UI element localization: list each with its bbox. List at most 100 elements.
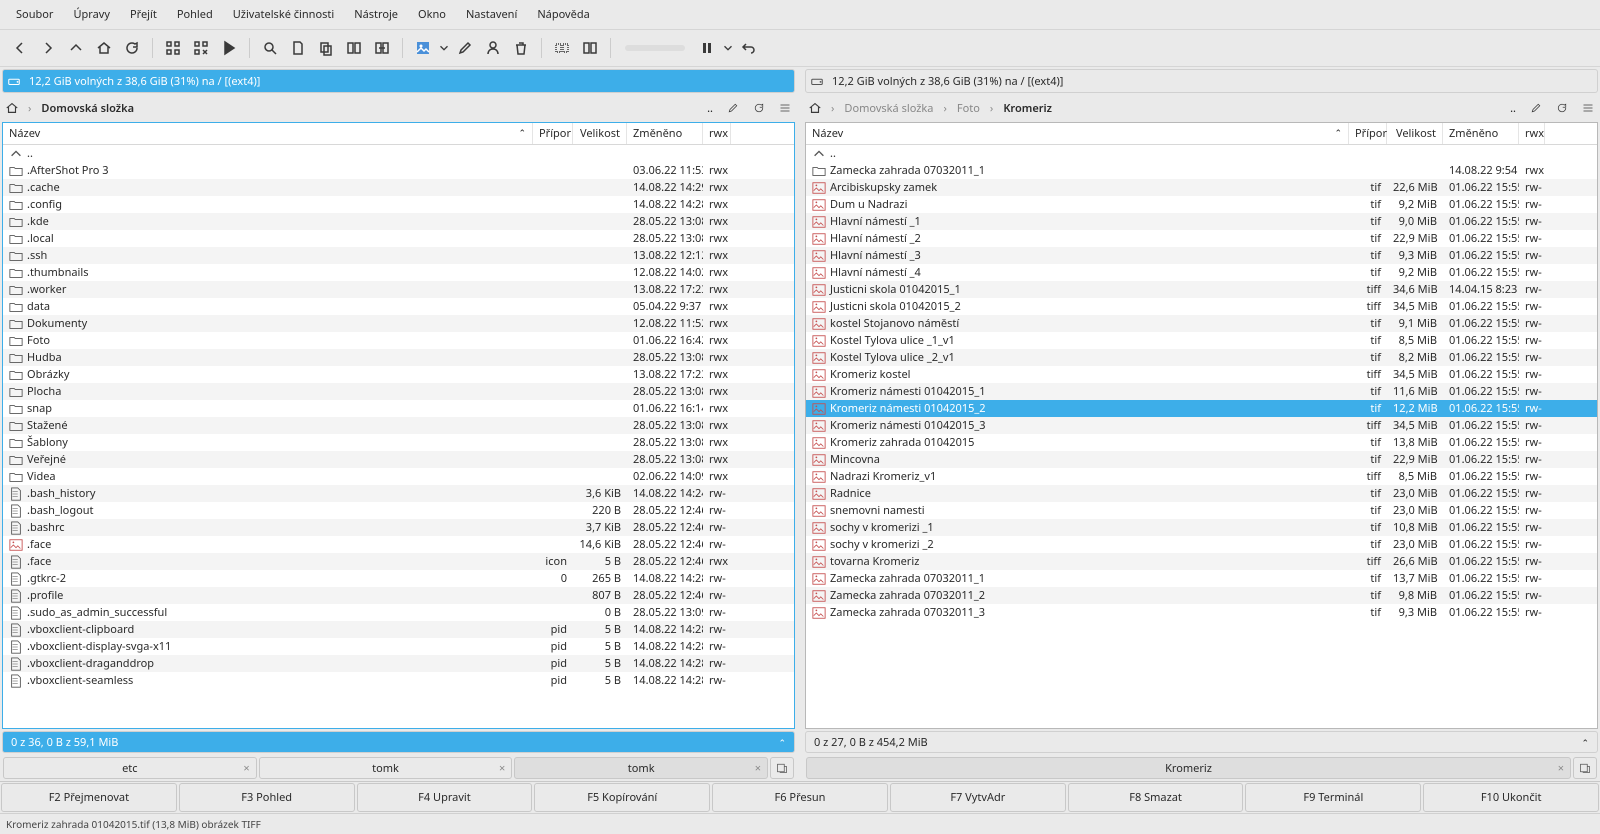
user-button[interactable] bbox=[479, 34, 507, 62]
new-file-button[interactable] bbox=[284, 34, 312, 62]
trash-button[interactable] bbox=[507, 34, 535, 62]
table-row[interactable]: kostel Stojanovo náměstítif9,1 MiB01.06.… bbox=[806, 315, 1597, 332]
breadcrumb-segment[interactable]: Domovská složka bbox=[840, 99, 937, 118]
table-row[interactable]: .kde28.05.22 13:08rwx bbox=[3, 213, 794, 230]
fn-button[interactable]: F2 Přejmenovat bbox=[1, 783, 177, 812]
fn-button[interactable]: F10 Ukončit bbox=[1423, 783, 1599, 812]
panel-tab[interactable]: tomk× bbox=[514, 757, 768, 779]
up-button[interactable] bbox=[62, 34, 90, 62]
table-row[interactable]: Dokumenty12.08.22 11:52rwx bbox=[3, 315, 794, 332]
col-rwx[interactable]: rwx bbox=[703, 123, 731, 144]
forward-button[interactable] bbox=[34, 34, 62, 62]
pause-button[interactable] bbox=[693, 34, 721, 62]
up-row[interactable]: .. bbox=[806, 145, 1597, 162]
refresh-button[interactable] bbox=[118, 34, 146, 62]
table-row[interactable]: .gtkrc-20265 B14.08.22 14:28rw- bbox=[3, 570, 794, 587]
table-row[interactable]: Kromeriz námesti 01042015_1tif11,6 MiB01… bbox=[806, 383, 1597, 400]
table-row[interactable]: Justicni skola 01042015_1tiff34,6 MiB14.… bbox=[806, 281, 1597, 298]
reload-icon[interactable] bbox=[1552, 98, 1572, 118]
table-row[interactable]: Plocha28.05.22 13:08rwx bbox=[3, 383, 794, 400]
table-row[interactable]: .sudo_as_admin_successful0 B28.05.22 13:… bbox=[3, 604, 794, 621]
table-row[interactable]: Mincovnatif22,9 MiB01.06.22 15:55rw- bbox=[806, 451, 1597, 468]
close-icon[interactable]: × bbox=[499, 761, 505, 776]
table-row[interactable]: .worker13.08.22 17:23rwx bbox=[3, 281, 794, 298]
drive-bar-right[interactable]: 12,2 GiB volných z 38,6 GiB (31%) na / [… bbox=[805, 69, 1598, 93]
view-button[interactable] bbox=[409, 34, 437, 62]
table-row[interactable]: .vboxclient-display-svga-x11pid5 B14.08.… bbox=[3, 638, 794, 655]
col-ext[interactable]: Přípor bbox=[1349, 123, 1387, 144]
menu-icon[interactable] bbox=[775, 98, 795, 118]
col-rwx[interactable]: rwx bbox=[1519, 123, 1545, 144]
close-icon[interactable]: × bbox=[755, 761, 761, 776]
menu-item[interactable]: Okno bbox=[408, 3, 456, 26]
table-row[interactable]: .thumbnails12.08.22 14:02rwx bbox=[3, 264, 794, 281]
dropdown2-button[interactable] bbox=[721, 34, 735, 62]
table-row[interactable]: Videa02.06.22 14:09rwx bbox=[3, 468, 794, 485]
link-button[interactable] bbox=[548, 34, 576, 62]
drive-bar-left[interactable]: 12,2 GiB volných z 38,6 GiB (31%) na / [… bbox=[2, 69, 795, 93]
table-row[interactable]: Foto01.06.22 16:42rwx bbox=[3, 332, 794, 349]
new-tab-button[interactable] bbox=[1573, 757, 1597, 779]
table-row[interactable]: Hlavní námestí _1tif9,0 MiB01.06.22 15:5… bbox=[806, 213, 1597, 230]
table-row[interactable]: .vboxclient-seamlesspid5 B14.08.22 14:28… bbox=[3, 672, 794, 689]
col-size[interactable]: Velikost bbox=[573, 123, 627, 144]
copy-button[interactable] bbox=[312, 34, 340, 62]
home-button[interactable] bbox=[90, 34, 118, 62]
table-row[interactable]: Nadrazi Kromeriz_v1tiff8,5 MiB01.06.22 1… bbox=[806, 468, 1597, 485]
panel-tab[interactable]: Kromeriz× bbox=[806, 757, 1571, 779]
breadcrumb-segment[interactable]: Kromeriz bbox=[999, 99, 1056, 118]
table-row[interactable]: .face14,6 KiB28.05.22 12:46rw- bbox=[3, 536, 794, 553]
menu-item[interactable]: Úpravy bbox=[63, 3, 120, 26]
table-row[interactable]: data05.04.22 9:37rwx bbox=[3, 298, 794, 315]
table-row[interactable]: Kromeriz námesti 01042015_3tiff34,5 MiB0… bbox=[806, 417, 1597, 434]
path-dots[interactable]: .. bbox=[703, 99, 717, 118]
col-name[interactable]: Název⌃ bbox=[3, 123, 533, 144]
table-row[interactable]: Šablony28.05.22 13:08rwx bbox=[3, 434, 794, 451]
col-ext[interactable]: Přípor bbox=[533, 123, 573, 144]
table-row[interactable]: sochy v kromerizi _2tif23,0 MiB01.06.22 … bbox=[806, 536, 1597, 553]
edit-button[interactable] bbox=[451, 34, 479, 62]
table-row[interactable]: .config14.08.22 14:28rwx bbox=[3, 196, 794, 213]
select-all-button[interactable] bbox=[159, 34, 187, 62]
table-row[interactable]: .faceicon5 B28.05.22 12:46rwx bbox=[3, 553, 794, 570]
table-row[interactable]: Arcibiskupsky zamektif22,6 MiB01.06.22 1… bbox=[806, 179, 1597, 196]
search-button[interactable] bbox=[256, 34, 284, 62]
menu-icon[interactable] bbox=[1578, 98, 1598, 118]
fn-button[interactable]: F3 Pohled bbox=[179, 783, 355, 812]
table-row[interactable]: .bash_logout220 B28.05.22 12:46rw- bbox=[3, 502, 794, 519]
fn-button[interactable]: F7 VytvAdr bbox=[890, 783, 1066, 812]
table-row[interactable]: Kromeriz kosteltiff34,5 MiB01.06.22 15:5… bbox=[806, 366, 1597, 383]
undo-button[interactable] bbox=[735, 34, 763, 62]
table-row[interactable]: Stažené28.05.22 13:08rwx bbox=[3, 417, 794, 434]
table-row[interactable]: .bash_history3,6 KiB14.08.22 14:24rw- bbox=[3, 485, 794, 502]
file-list-left[interactable]: Název⌃ Přípor Velikost Změněno rwx ...Af… bbox=[2, 122, 795, 729]
table-row[interactable]: .vboxclient-draganddroppid5 B14.08.22 14… bbox=[3, 655, 794, 672]
file-list-right[interactable]: Název⌃ Přípor Velikost Změněno rwx ..Zam… bbox=[805, 122, 1598, 729]
swap-button[interactable] bbox=[368, 34, 396, 62]
table-row[interactable]: Veřejné28.05.22 13:08rwx bbox=[3, 451, 794, 468]
play-button[interactable] bbox=[215, 34, 243, 62]
table-row[interactable]: Zamecka zahrada 07032011_2tif9,8 MiB01.0… bbox=[806, 587, 1597, 604]
table-row[interactable]: .ssh13.08.22 12:12rwx bbox=[3, 247, 794, 264]
reload-icon[interactable] bbox=[749, 98, 769, 118]
back-button[interactable] bbox=[6, 34, 34, 62]
table-row[interactable]: snap01.06.22 16:14rwx bbox=[3, 400, 794, 417]
menu-item[interactable]: Nastavení bbox=[456, 3, 527, 26]
col-date[interactable]: Změněno bbox=[1443, 123, 1519, 144]
breadcrumb-segment[interactable]: Foto bbox=[953, 99, 984, 118]
table-row[interactable]: Obrázky13.08.22 17:23rwx bbox=[3, 366, 794, 383]
col-name[interactable]: Název⌃ bbox=[806, 123, 1349, 144]
table-row[interactable]: Kromeriz námesti 01042015_2tif12,2 MiB01… bbox=[806, 400, 1597, 417]
close-icon[interactable]: × bbox=[1558, 761, 1564, 776]
edit-path-icon[interactable] bbox=[1526, 98, 1546, 118]
table-row[interactable]: .AfterShot Pro 303.06.22 11:53rwx bbox=[3, 162, 794, 179]
fn-button[interactable]: F6 Přesun bbox=[712, 783, 888, 812]
table-row[interactable]: Radnicetif23,0 MiB01.06.22 15:55rw- bbox=[806, 485, 1597, 502]
column-headers[interactable]: Název⌃ Přípor Velikost Změněno rwx bbox=[806, 123, 1597, 145]
table-row[interactable]: Kromeriz zahrada 01042015tif13,8 MiB01.0… bbox=[806, 434, 1597, 451]
table-row[interactable]: Kostel Tylova ulice _1_v1tif8,5 MiB01.06… bbox=[806, 332, 1597, 349]
menu-item[interactable]: Pohled bbox=[167, 3, 223, 26]
expand-icon[interactable]: ⌃ bbox=[1581, 736, 1589, 749]
menu-item[interactable]: Soubor bbox=[6, 3, 63, 26]
table-row[interactable]: Zamecka zahrada 07032011_114.08.22 9:54r… bbox=[806, 162, 1597, 179]
